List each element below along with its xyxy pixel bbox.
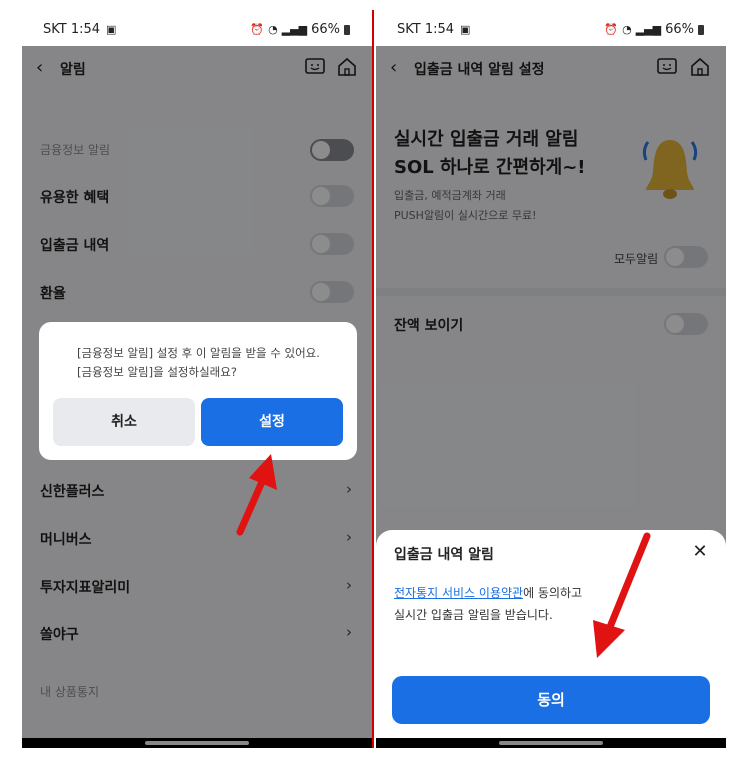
screens-divider	[372, 10, 374, 748]
right-phone-screen: SKT 1:54 ▣ ⏰ ◔ ▂▄▆ 66% ‹ 입출금 내역 알림 설정 실시…	[376, 10, 726, 748]
signal-icon: ▂▄▆	[635, 23, 662, 36]
battery-icon	[698, 24, 704, 35]
wifi-icon: ◔	[622, 23, 632, 36]
bottom-sheet: 입출금 내역 알림 ✕ 전자통지 서비스 이용약관에 동의하고 실시간 입출금 …	[376, 530, 726, 748]
gallery-icon: ▣	[460, 23, 471, 36]
battery-percent: 66%	[311, 22, 340, 37]
carrier-time: SKT 1:54	[397, 22, 455, 37]
battery-percent: 66%	[665, 22, 694, 37]
system-nav-bar	[376, 738, 726, 748]
home-indicator[interactable]	[499, 741, 603, 745]
wifi-icon: ◔	[268, 23, 278, 36]
sheet-body-text: 에 동의하고	[523, 586, 583, 600]
system-nav-bar	[22, 738, 372, 748]
dialog-message: [금융정보 알림] 설정 후 이 알림을 받을 수 있어요. [금융정보 알림]…	[77, 344, 337, 382]
gallery-icon: ▣	[106, 23, 117, 36]
alarm-icon: ⏰	[250, 23, 265, 36]
cancel-button[interactable]: 취소	[53, 398, 195, 446]
status-bar: SKT 1:54 ▣ ⏰ ◔ ▂▄▆ 66%	[22, 10, 372, 46]
alarm-icon: ⏰	[604, 23, 619, 36]
annotation-arrow-down	[593, 532, 651, 658]
carrier-time: SKT 1:54	[43, 22, 101, 37]
signal-icon: ▂▄▆	[281, 23, 308, 36]
annotation-arrow-up	[236, 454, 277, 536]
close-icon[interactable]: ✕	[690, 542, 710, 562]
agree-button[interactable]: 동의	[392, 676, 710, 724]
battery-icon	[344, 24, 350, 35]
dialog-line: [금융정보 알림] 설정 후 이 알림을 받을 수 있어요.	[77, 346, 320, 360]
set-button[interactable]: 설정	[201, 398, 343, 446]
confirm-dialog: [금융정보 알림] 설정 후 이 알림을 받을 수 있어요. [금융정보 알림]…	[39, 322, 357, 460]
sheet-title: 입출금 내역 알림	[394, 547, 494, 563]
dialog-line: [금융정보 알림]을 설정하실래요?	[77, 365, 237, 379]
terms-link[interactable]: 전자통지 서비스 이용약관	[394, 586, 523, 600]
home-indicator[interactable]	[145, 741, 249, 745]
left-phone-screen: SKT 1:54 ▣ ⏰ ◔ ▂▄▆ 66% ‹ 알림 금융정보 알림 유용한 …	[22, 10, 372, 748]
status-bar: SKT 1:54 ▣ ⏰ ◔ ▂▄▆ 66%	[376, 10, 726, 46]
